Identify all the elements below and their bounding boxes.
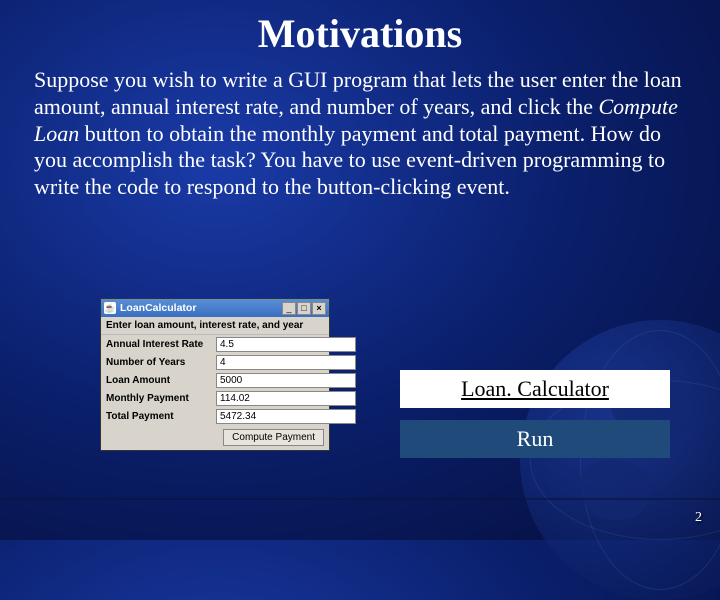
window-title: LoanCalculator (120, 302, 282, 314)
body-part2: button to obtain the monthly payment and… (34, 121, 665, 200)
label-total-payment: Total Payment (106, 411, 216, 422)
input-interest-rate[interactable] (216, 337, 356, 352)
row-years: Number of Years (101, 353, 329, 371)
label-years: Number of Years (106, 357, 216, 368)
input-loan-amount[interactable] (216, 373, 356, 388)
input-years[interactable] (216, 355, 356, 370)
window-controls: _ □ × (282, 302, 326, 315)
close-button[interactable]: × (312, 302, 326, 315)
run-link[interactable]: Run (400, 420, 670, 458)
java-icon: ☕ (104, 302, 116, 314)
globe-decoration (520, 320, 720, 600)
maximize-button[interactable]: □ (297, 302, 311, 315)
body-part1: Suppose you wish to write a GUI program … (34, 67, 682, 119)
compute-payment-button[interactable]: Compute Payment (223, 429, 324, 446)
row-loan-amount: Loan Amount (101, 371, 329, 389)
titlebar: ☕ LoanCalculator _ □ × (101, 299, 329, 317)
input-total-payment[interactable] (216, 409, 356, 424)
footer-divider (0, 498, 720, 500)
button-row: Compute Payment (101, 425, 329, 450)
row-interest-rate: Annual Interest Rate (101, 335, 329, 353)
loan-calculator-window: ☕ LoanCalculator _ □ × Enter loan amount… (100, 298, 330, 451)
label-monthly-payment: Monthly Payment (106, 393, 216, 404)
loan-calculator-link[interactable]: Loan. Calculator (400, 370, 670, 408)
slide-title: Motivations (0, 0, 720, 57)
input-monthly-payment[interactable] (216, 391, 356, 406)
instruction-label: Enter loan amount, interest rate, and ye… (101, 317, 329, 335)
minimize-button[interactable]: _ (282, 302, 296, 315)
label-loan-amount: Loan Amount (106, 375, 216, 386)
page-number: 2 (695, 510, 702, 526)
label-interest-rate: Annual Interest Rate (106, 339, 216, 350)
slide-body: Suppose you wish to write a GUI program … (0, 57, 720, 201)
row-total-payment: Total Payment (101, 407, 329, 425)
row-monthly-payment: Monthly Payment (101, 389, 329, 407)
